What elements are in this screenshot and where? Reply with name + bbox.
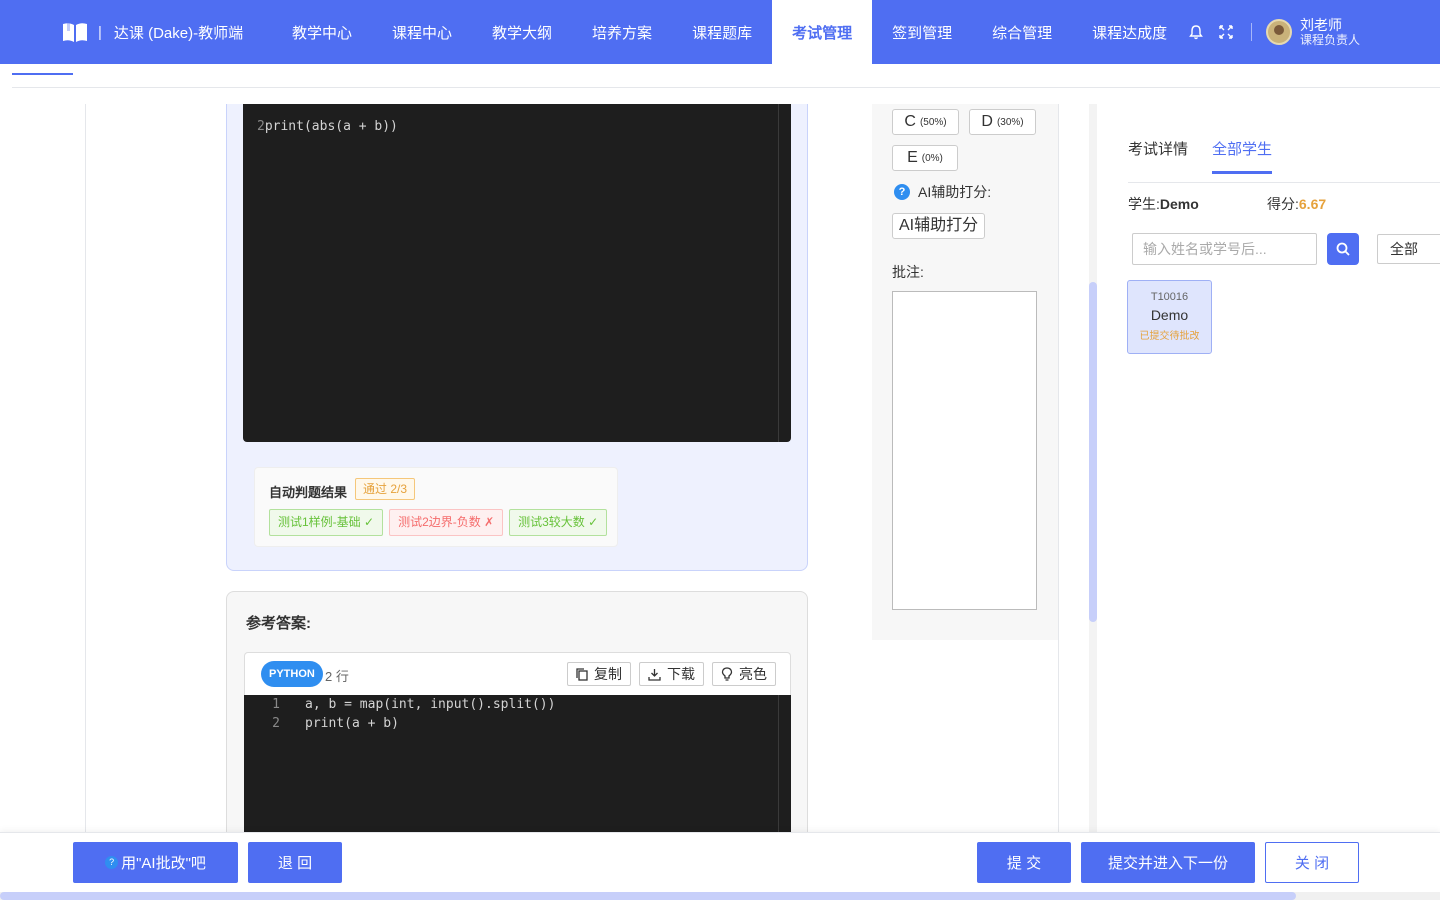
close-button[interactable]: 关 闭 [1265, 842, 1359, 883]
divider [1128, 182, 1440, 183]
scrollbar-thumb[interactable] [0, 892, 1296, 900]
pass-badge: 通过 2/3 [355, 478, 416, 500]
code-line: 2print(abs(a + b)) [257, 119, 398, 134]
question-icon[interactable]: ? [894, 184, 910, 200]
nav-item-syllabus[interactable]: 教学大纲 [472, 0, 572, 64]
status-filter-select[interactable]: 全部 [1377, 234, 1440, 264]
reference-code-editor[interactable]: 1 a, b = map(int, input().split()) 2 print… [244, 695, 791, 832]
test-results: 测试1样例-基础 ✓ 测试2边界-负数 ✗ 测试3较大数 ✓ [269, 509, 613, 536]
grade-d-button[interactable]: D (30%) [969, 109, 1036, 135]
lightbulb-icon [721, 667, 733, 681]
student-status: 已提交待批改 [1139, 331, 1200, 342]
nav-item-general-management[interactable]: 综合管理 [972, 0, 1072, 64]
submit-button[interactable]: 提 交 [977, 842, 1071, 883]
score-info: 得分:6.67 [1267, 196, 1327, 212]
nav-item-attendance[interactable]: 签到管理 [872, 0, 972, 64]
nav-item-course-center[interactable]: 课程中心 [372, 0, 472, 64]
bell-icon[interactable] [1189, 24, 1203, 39]
avatar[interactable] [1265, 19, 1292, 45]
user-name: 刘老师 [1299, 17, 1342, 33]
comment-label: 批注: [892, 264, 924, 280]
student-card-name: Demo [1150, 307, 1189, 323]
question-icon: ? [105, 856, 119, 869]
grade-e-button[interactable]: E (0%) [892, 145, 958, 171]
action-footer: ? 用"AI批改"吧 退 回 提 交 提交并进入下一份 关 闭 [0, 832, 1440, 892]
sub-tab-bar [12, 64, 1440, 88]
top-navbar: | 达课 (Dake)-教师端 教学中心 课程中心 教学大纲 培养方案 课程题库… [0, 0, 1440, 64]
scrollbar[interactable] [778, 695, 779, 832]
reference-title: 参考答案: [246, 615, 311, 632]
student-card[interactable]: T10016 Demo 已提交待批改 [1127, 280, 1212, 354]
user-role: 课程负责人 [1299, 33, 1360, 47]
code-toolbar: PYTHON 2 行 复制 下载 亮色 [244, 652, 791, 695]
download-button[interactable]: 下载 [639, 662, 704, 686]
search-button[interactable] [1327, 233, 1359, 265]
user-info[interactable]: 刘老师 课程负责人 [1300, 17, 1360, 47]
test-result-fail: 测试2边界-负数 ✗ [389, 509, 504, 536]
tab-all-students[interactable]: 全部学生 [1212, 138, 1273, 174]
nav-item-teaching-center[interactable]: 教学中心 [272, 0, 372, 64]
ai-score-button[interactable]: AI辅助打分 [892, 213, 986, 239]
divider [1058, 104, 1059, 832]
scrollbar-thumb[interactable] [1089, 282, 1097, 622]
student-code-editor[interactable]: 2print(abs(a + b)) [243, 104, 791, 442]
nav-item-training-plan[interactable]: 培养方案 [572, 0, 672, 64]
book-logo-icon [63, 23, 87, 42]
test-result-pass: 测试1样例-基础 ✓ [269, 509, 384, 536]
brand-separator: | [98, 23, 102, 41]
code-line: 1 a, b = map(int, input().split()) [272, 697, 556, 712]
line-count: 2 行 [325, 669, 349, 684]
fullscreen-icon[interactable] [1219, 25, 1233, 39]
light-theme-button[interactable]: 亮色 [712, 662, 776, 686]
auto-judge-result: 自动判题结果 通过 2/3 测试1样例-基础 ✓ 测试2边界-负数 ✗ 测试3较… [254, 467, 618, 547]
student-panel-tabs: 考试详情 全部学生 [1128, 138, 1296, 174]
code-actions: 复制 下载 亮色 [559, 662, 776, 686]
code-line: 2 print(a + b) [272, 716, 399, 731]
grade-c-button[interactable]: C (50%) [892, 109, 959, 135]
sub-tab-indicator [12, 73, 73, 75]
app-title: 达课 (Dake)-教师端 [113, 24, 244, 42]
submit-next-button[interactable]: 提交并进入下一份 [1081, 842, 1255, 883]
student-info: 学生:Demo [1128, 196, 1199, 212]
main-content: 2print(abs(a + b)) 自动判题结果 通过 2/3 测试1样例-基… [0, 104, 1440, 832]
judge-title: 自动判题结果 [269, 485, 348, 500]
scrollbar[interactable] [778, 104, 779, 442]
student-search-input[interactable] [1132, 233, 1317, 265]
horizontal-scrollbar[interactable] [0, 892, 1440, 900]
divider [1250, 23, 1252, 41]
language-badge: PYTHON [261, 661, 323, 687]
nav-item-exam-management[interactable]: 考试管理 [772, 0, 873, 64]
nav-item-question-bank[interactable]: 课程题库 [672, 0, 772, 64]
copy-icon [576, 667, 588, 681]
test-result-pass: 测试3较大数 ✓ [509, 509, 608, 536]
reference-answer-card: 参考答案: PYTHON 2 行 复制 下载 亮色 1 a, b = map(i… [226, 591, 808, 832]
vertical-scrollbar[interactable] [1089, 104, 1097, 832]
copy-button[interactable]: 复制 [567, 662, 631, 686]
student-id: T10016 [1150, 291, 1189, 303]
student-name: Demo [1159, 196, 1199, 212]
return-button[interactable]: 退 回 [248, 842, 342, 883]
grading-panel: C (50%) D (30%) E (0%) ? AI辅助打分: AI辅助打分 批注: [872, 104, 1058, 640]
comment-textarea[interactable] [892, 291, 1037, 610]
search-icon [1336, 242, 1350, 256]
ai-grade-button[interactable]: ? 用"AI批改"吧 [73, 842, 238, 883]
download-icon [648, 668, 661, 681]
nav-right-tools: 刘老师 课程负责人 [1181, 0, 1440, 64]
main-nav: 教学中心 课程中心 教学大纲 培养方案 课程题库 考试管理 签到管理 综合管理 … [272, 0, 1187, 64]
nav-item-course-achievement[interactable]: 课程达成度 [1072, 0, 1187, 64]
ai-help-label: ? AI辅助打分: [894, 182, 991, 202]
brand[interactable]: | 达课 (Dake)-教师端 [62, 0, 243, 64]
tab-exam-details[interactable]: 考试详情 [1128, 138, 1188, 174]
divider [85, 104, 86, 832]
score-value: 6.67 [1298, 196, 1327, 212]
